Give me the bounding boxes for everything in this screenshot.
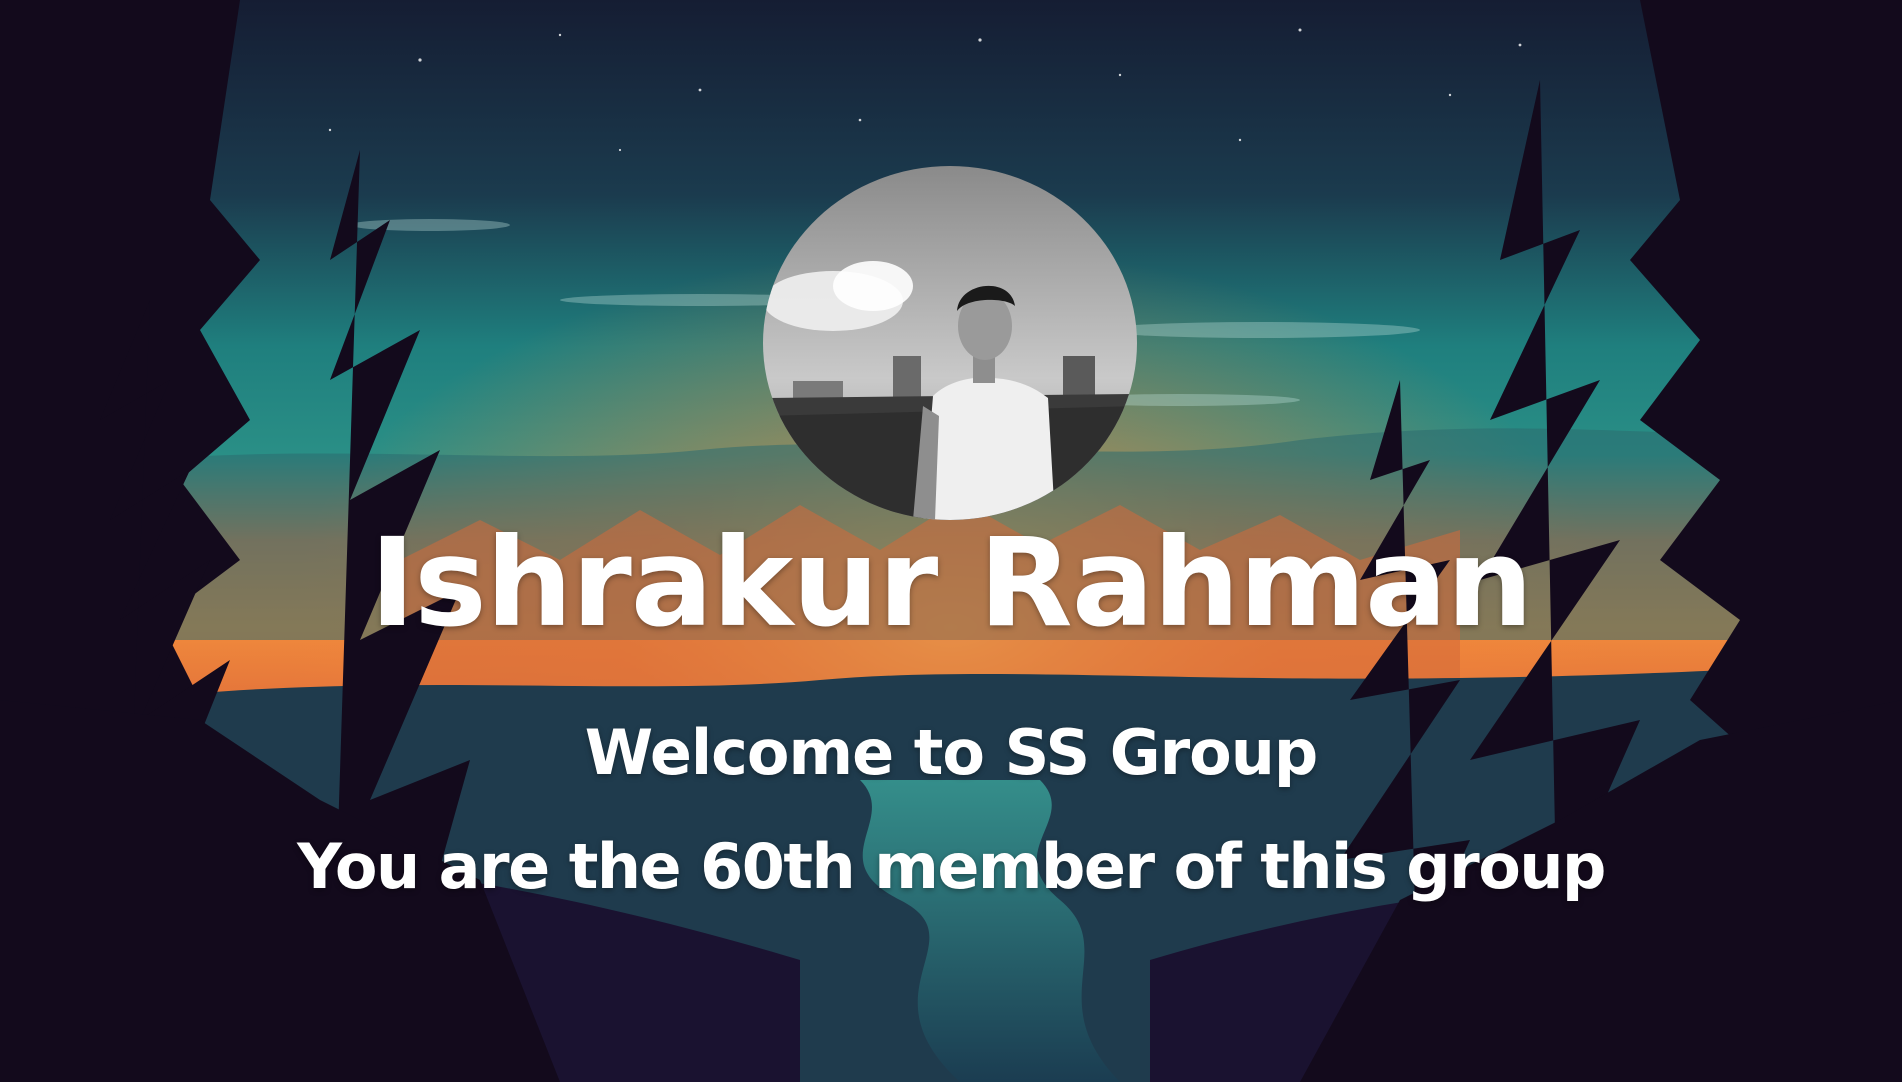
member-name: Ishrakur Rahman (369, 512, 1533, 654)
member-count-message: You are the 60th member of this group (297, 830, 1606, 903)
profile-photo-icon (763, 166, 1137, 520)
welcome-card: Ishrakur Rahman Welcome to SS Group You … (0, 0, 1902, 1082)
welcome-message: Welcome to SS Group (584, 716, 1319, 789)
profile-avatar (763, 166, 1137, 520)
